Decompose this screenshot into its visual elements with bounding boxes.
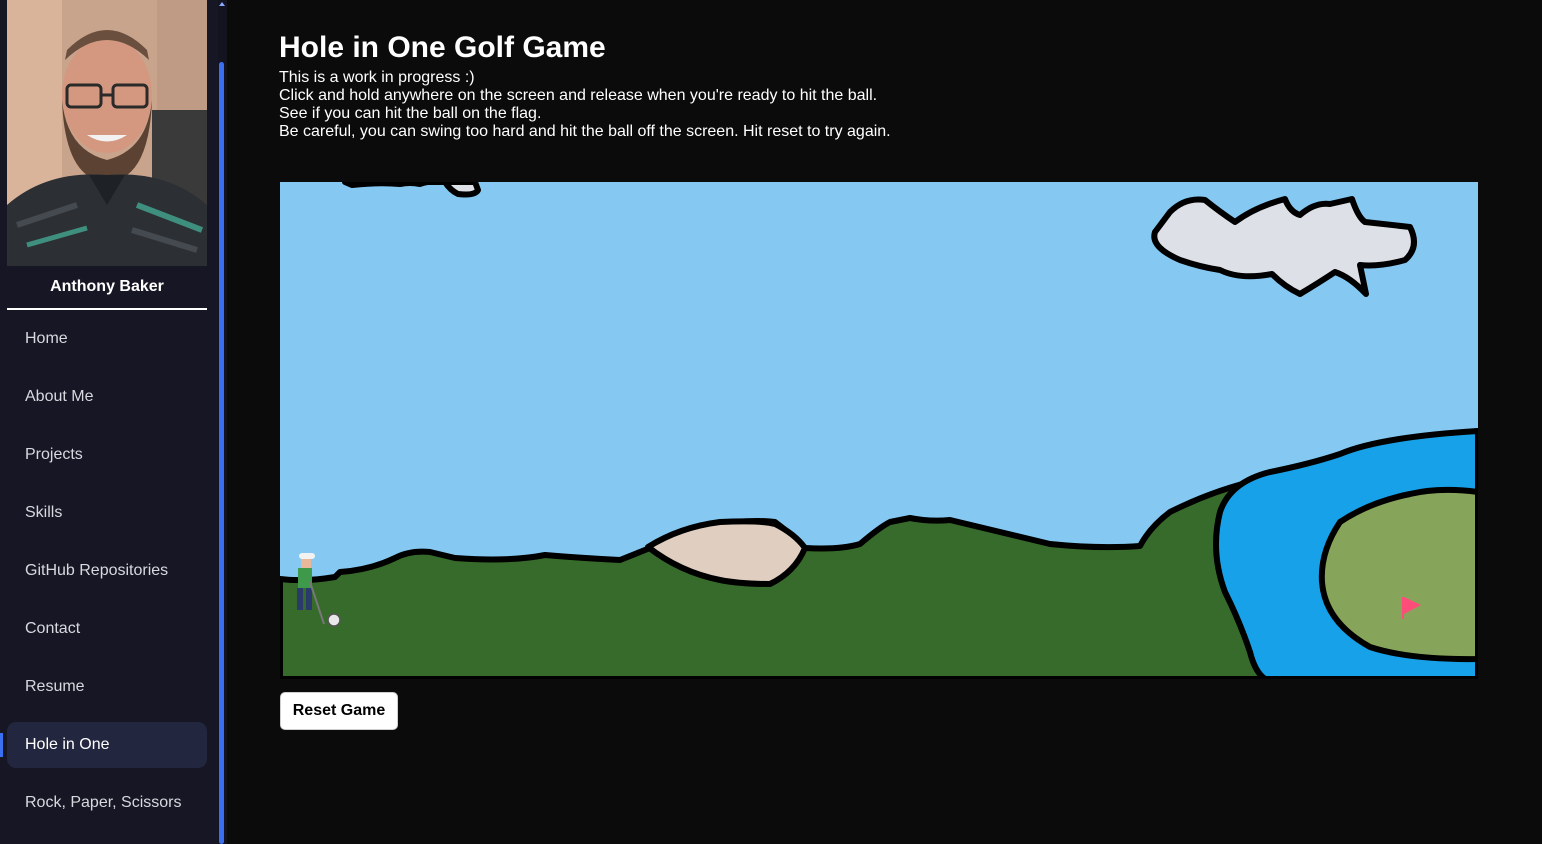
golf-ball-icon — [327, 613, 341, 627]
description-line: This is a work in progress :) — [279, 69, 475, 86]
cloud-icon — [342, 182, 481, 198]
avatar — [7, 0, 207, 266]
sidebar-item-rock-paper-scissors[interactable]: Rock, Paper, Scissors — [7, 780, 207, 826]
sidebar-item-contact[interactable]: Contact — [7, 606, 207, 652]
profile-name: Anthony Baker — [50, 278, 164, 295]
active-indicator — [0, 733, 3, 757]
sidebar: Anthony Baker Home About Me Projects Ski… — [0, 0, 218, 844]
sidebar-item-home[interactable]: Home — [7, 316, 207, 362]
sidebar-item-resume[interactable]: Resume — [7, 664, 207, 710]
sidebar-item-skills[interactable]: Skills — [7, 490, 207, 536]
sidebar-item-github-repositories[interactable]: GitHub Repositories — [7, 548, 207, 594]
description-line: Click and hold anywhere on the screen an… — [279, 87, 878, 104]
sidebar-item-projects[interactable]: Projects — [7, 432, 207, 478]
scroll-up-arrow-icon[interactable] — [219, 2, 225, 6]
golf-scene — [280, 182, 1478, 679]
sidebar-item-hole-in-one[interactable]: Hole in One — [7, 722, 207, 768]
reset-game-button[interactable]: Reset Game — [280, 692, 398, 730]
page-title: Hole in One Golf Game — [279, 31, 606, 64]
description-line: Be careful, you can swing too hard and h… — [279, 123, 891, 140]
description-line: See if you can hit the ball on the flag. — [279, 105, 542, 122]
golf-game-canvas[interactable] — [280, 182, 1478, 679]
cloud-icon — [1151, 196, 1417, 297]
sidebar-scrollbar[interactable] — [218, 0, 227, 844]
sidebar-item-about-me[interactable]: About Me — [7, 374, 207, 420]
scrollbar-thumb[interactable] — [219, 62, 224, 844]
profile-photo — [7, 0, 207, 266]
divider — [7, 308, 207, 310]
